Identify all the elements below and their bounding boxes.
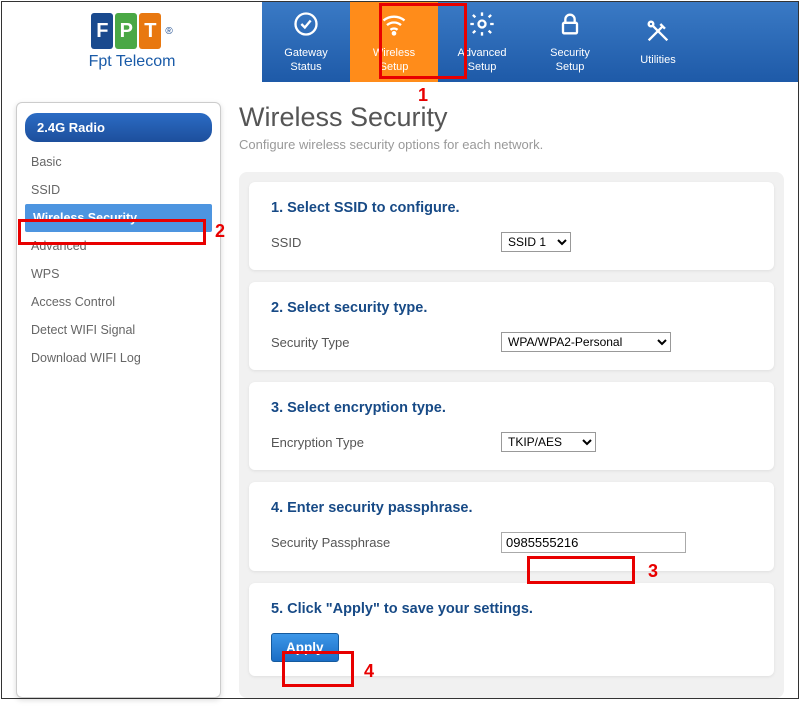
security-type-select[interactable]: WPA/WPA2-Personal: [501, 332, 671, 352]
nav-wireless-setup[interactable]: WirelessSetup: [350, 2, 438, 82]
panel-title: 5. Click "Apply" to save your settings.: [271, 601, 752, 617]
gear-icon: [468, 10, 496, 43]
sidebar-item-basic[interactable]: Basic: [17, 148, 220, 176]
wifi-icon: [380, 10, 408, 43]
nav-label: WirelessSetup: [373, 47, 415, 73]
sidebar-item-access-control[interactable]: Access Control: [17, 288, 220, 316]
lock-icon: [556, 10, 584, 43]
sidebar-item-wireless-security[interactable]: Wireless Security: [25, 204, 212, 232]
brand-name: Fpt Telecom: [89, 53, 176, 71]
panel-title: 1. Select SSID to configure.: [271, 200, 752, 216]
sidebar-item-ssid[interactable]: SSID: [17, 176, 220, 204]
logo-letter-f: F: [91, 13, 113, 49]
main-nav: GatewayStatus WirelessSetup AdvancedSetu…: [262, 2, 798, 82]
encryption-type-label: Encryption Type: [271, 435, 501, 450]
security-type-label: Security Type: [271, 335, 501, 350]
ssid-select[interactable]: SSID 1: [501, 232, 571, 252]
panel-title: 4. Enter security passphrase.: [271, 500, 752, 516]
passphrase-label: Security Passphrase: [271, 535, 501, 550]
apply-button[interactable]: Apply: [271, 633, 339, 662]
panel-encryption-type: 3. Select encryption type. Encryption Ty…: [249, 382, 774, 470]
page-title: Wireless Security: [239, 102, 784, 133]
sidebar-item-wps[interactable]: WPS: [17, 260, 220, 288]
nav-security-setup[interactable]: SecuritySetup: [526, 2, 614, 82]
top-header: F P T ® Fpt Telecom GatewayStatus Wirele…: [2, 2, 798, 82]
nav-label: AdvancedSetup: [458, 47, 507, 73]
panel-select-ssid: 1. Select SSID to configure. SSID SSID 1: [249, 182, 774, 270]
nav-gateway-status[interactable]: GatewayStatus: [262, 2, 350, 82]
panel-title: 2. Select security type.: [271, 300, 752, 316]
logo-area: F P T ® Fpt Telecom: [2, 2, 262, 82]
fpt-logo: F P T ®: [91, 13, 172, 49]
registered-mark: ®: [165, 26, 172, 37]
nav-label: GatewayStatus: [284, 47, 327, 73]
panel-apply: 5. Click "Apply" to save your settings. …: [249, 583, 774, 676]
sidebar: 2.4G Radio Basic SSID Wireless Security …: [16, 102, 221, 698]
ssid-label: SSID: [271, 235, 501, 250]
nav-advanced-setup[interactable]: AdvancedSetup: [438, 2, 526, 82]
sidebar-item-advanced[interactable]: Advanced: [17, 232, 220, 260]
nav-utilities[interactable]: Utilities: [614, 2, 702, 82]
nav-label: Utilities: [640, 54, 675, 67]
page-subtitle: Configure wireless security options for …: [239, 137, 784, 152]
nav-label: SecuritySetup: [550, 47, 590, 73]
check-circle-icon: [292, 10, 320, 43]
tools-icon: [644, 17, 672, 50]
logo-letter-p: P: [115, 13, 137, 49]
logo-letter-t: T: [139, 13, 161, 49]
sidebar-header: 2.4G Radio: [25, 113, 212, 142]
panel-title: 3. Select encryption type.: [271, 400, 752, 416]
panel-security-type: 2. Select security type. Security Type W…: [249, 282, 774, 370]
main-content: Wireless Security Configure wireless sec…: [239, 102, 784, 698]
encryption-type-select[interactable]: TKIP/AES: [501, 432, 596, 452]
panel-passphrase: 4. Enter security passphrase. Security P…: [249, 482, 774, 571]
passphrase-input[interactable]: [501, 532, 686, 553]
sidebar-item-detect-wifi[interactable]: Detect WIFI Signal: [17, 316, 220, 344]
sidebar-item-download-log[interactable]: Download WIFI Log: [17, 344, 220, 372]
